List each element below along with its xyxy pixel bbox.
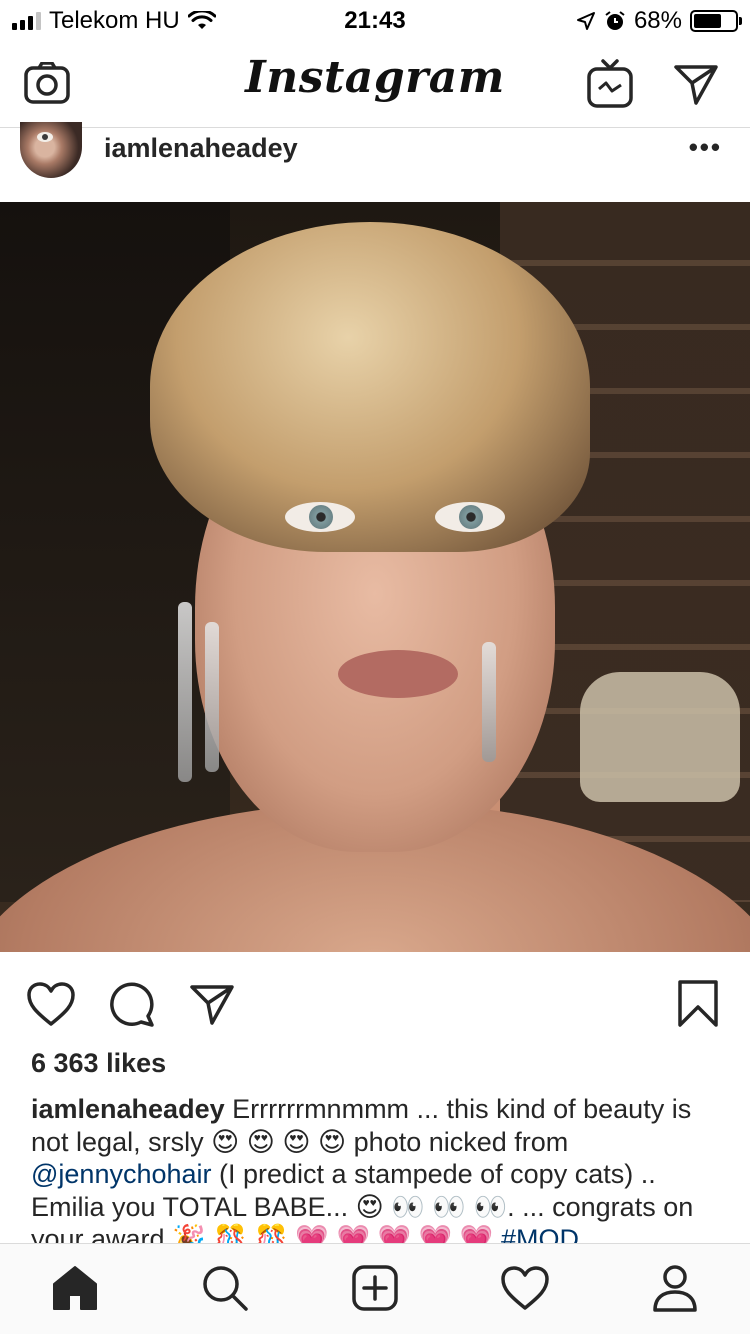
post-photo[interactable] xyxy=(0,202,750,952)
status-right: 68% xyxy=(576,7,742,35)
post-actions xyxy=(0,952,750,1048)
caption-mention-link[interactable]: @jennychohair xyxy=(31,1159,212,1189)
home-icon[interactable] xyxy=(49,1262,101,1314)
new-post-icon[interactable] xyxy=(349,1262,401,1314)
likes-count[interactable]: 6 363 likes xyxy=(31,1048,166,1079)
activity-heart-icon[interactable] xyxy=(499,1262,551,1314)
status-bar: Telekom HU 21:43 68% xyxy=(0,0,750,40)
share-icon[interactable] xyxy=(186,978,238,1030)
avatar[interactable] xyxy=(20,122,82,178)
post-header: iamlenaheadey ••• xyxy=(0,122,750,202)
battery-percent: 68% xyxy=(633,7,682,34)
post-caption: iamlenaheadey Errrrrrmnmmm ... this kind… xyxy=(31,1093,721,1243)
direct-message-icon[interactable] xyxy=(670,58,722,110)
igtv-icon[interactable] xyxy=(584,58,636,110)
search-icon[interactable] xyxy=(199,1262,251,1314)
location-arrow-icon xyxy=(576,12,595,30)
post-username[interactable]: iamlenaheadey xyxy=(104,133,298,164)
like-heart-icon[interactable] xyxy=(25,978,77,1030)
bottom-tab-bar xyxy=(0,1243,750,1334)
caption-hashtag-link[interactable]: #MOD xyxy=(501,1224,579,1243)
battery-icon xyxy=(690,10,742,32)
save-bookmark-icon[interactable] xyxy=(672,978,724,1030)
profile-icon[interactable] xyxy=(649,1262,701,1314)
more-options-icon[interactable]: ••• xyxy=(689,132,722,163)
caption-username[interactable]: iamlenaheadey xyxy=(31,1094,225,1124)
battery-level-fill xyxy=(694,14,722,28)
instagram-logo[interactable]: Instagram xyxy=(0,52,750,103)
top-nav: Instagram xyxy=(0,40,750,128)
alarm-icon xyxy=(605,11,625,30)
comment-icon[interactable] xyxy=(106,978,158,1030)
